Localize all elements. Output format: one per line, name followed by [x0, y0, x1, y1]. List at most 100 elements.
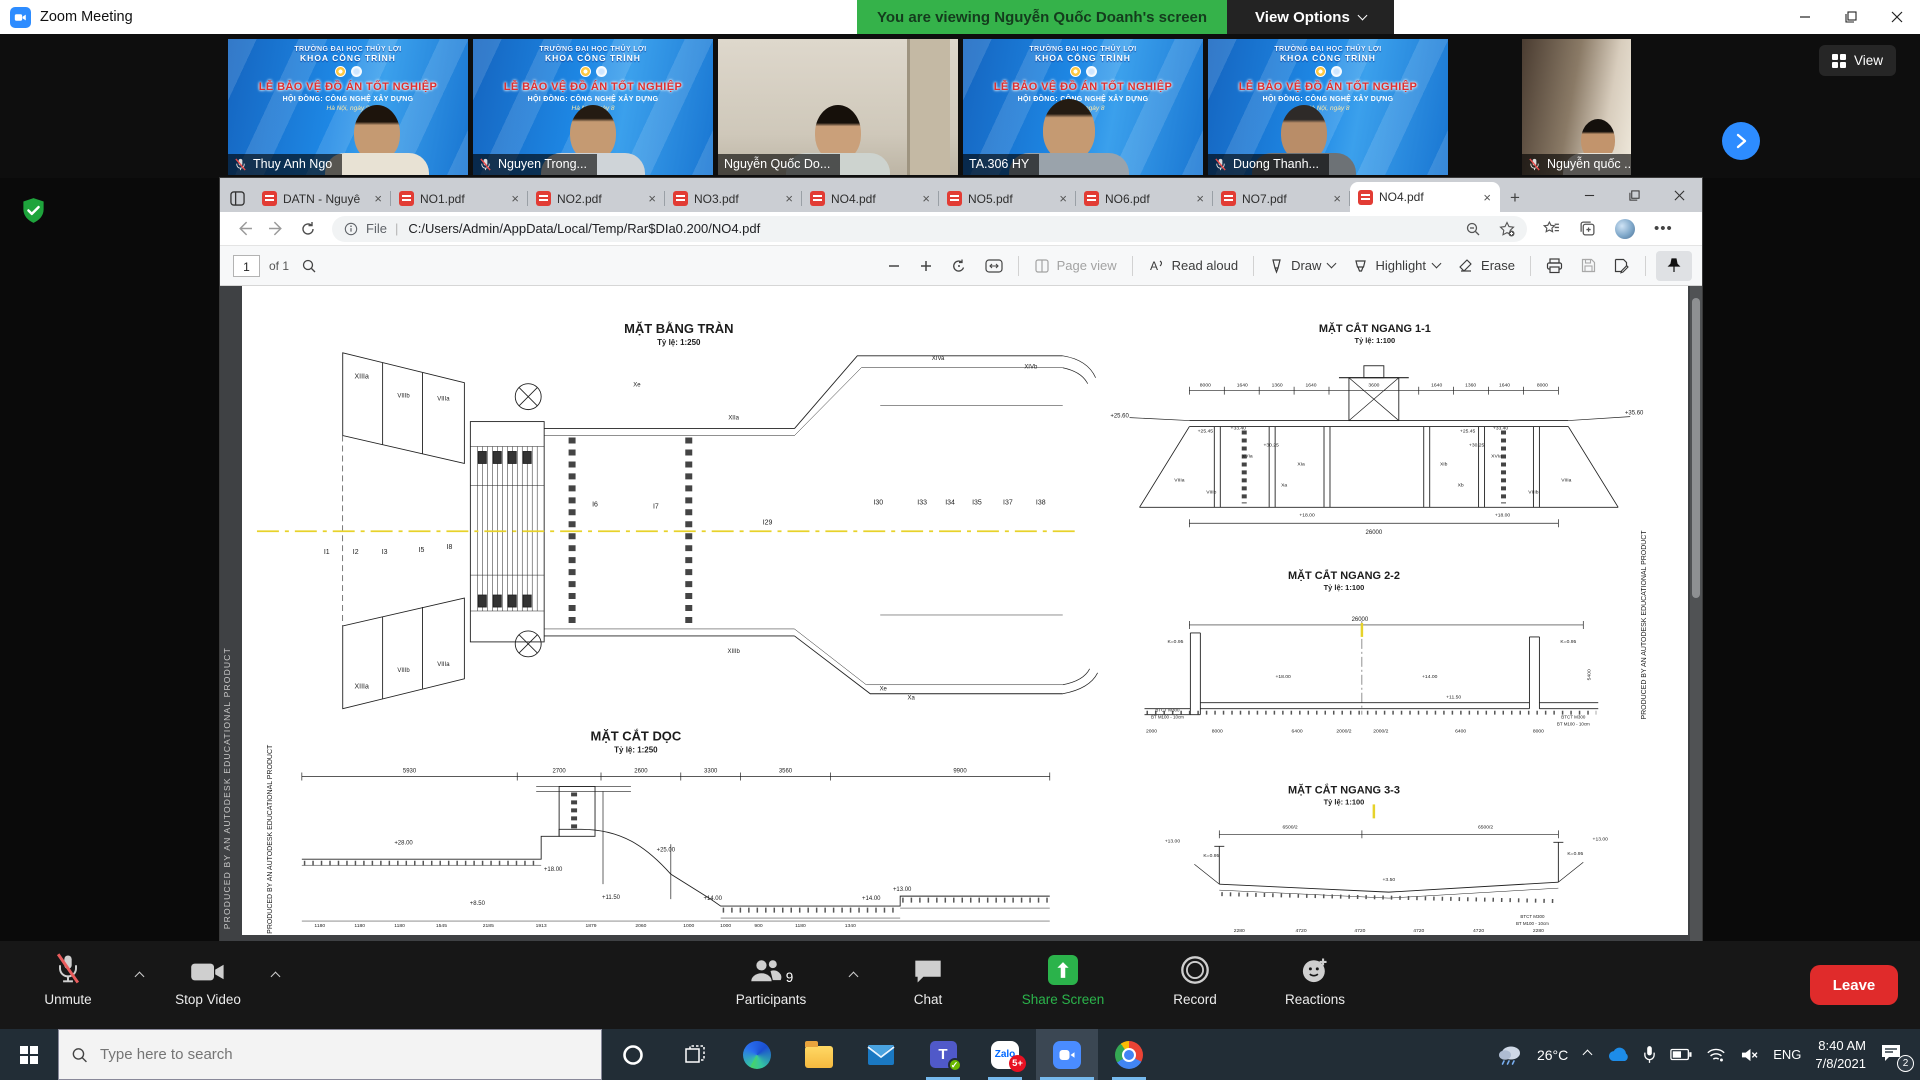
- unmute-button[interactable]: Unmute: [22, 951, 114, 1007]
- participants-button[interactable]: 9 Participants: [706, 951, 836, 1007]
- close-button[interactable]: [1657, 178, 1702, 212]
- participant-tile[interactable]: TRƯỜNG ĐẠI HỌC THỦY LỢI KHOA CÔNG TRÌNH …: [473, 39, 713, 175]
- participant-tile[interactable]: TRƯỜNG ĐẠI HỌC THỦY LỢI KHOA CÔNG TRÌNH …: [228, 39, 468, 175]
- minimize-button[interactable]: [1567, 178, 1612, 212]
- new-tab-button[interactable]: +: [1500, 184, 1530, 212]
- pin-toolbar-button[interactable]: [1656, 251, 1692, 281]
- language-indicator[interactable]: ENG: [1773, 1047, 1801, 1062]
- refresh-icon[interactable]: [292, 221, 324, 237]
- tab-close-icon[interactable]: ×: [1328, 191, 1346, 206]
- erase-button[interactable]: Erase: [1458, 258, 1515, 274]
- clock[interactable]: 8:40 AM 7/8/2021: [1815, 1037, 1866, 1072]
- next-participants-button[interactable]: [1722, 122, 1760, 160]
- drawing-annotation: I2: [353, 549, 359, 556]
- onedrive-icon[interactable]: [1607, 1047, 1629, 1062]
- tab-close-icon[interactable]: ×: [1191, 191, 1209, 206]
- taskbar-zalo-icon[interactable]: Zalo5+: [974, 1029, 1036, 1080]
- browser-tab[interactable]: NO3.pdf×: [665, 185, 802, 212]
- browser-tab[interactable]: NO7.pdf×: [1213, 185, 1350, 212]
- zoom-page-icon[interactable]: [1465, 221, 1481, 237]
- participant-tile[interactable]: Nguyễn Quốc Do...: [718, 39, 958, 175]
- tab-close-icon[interactable]: ×: [369, 191, 387, 206]
- tab-close-icon[interactable]: ×: [1054, 191, 1072, 206]
- participants-options-chevron[interactable]: [849, 972, 859, 982]
- profile-avatar[interactable]: [1615, 219, 1635, 239]
- action-center-button[interactable]: 2: [1880, 1043, 1910, 1066]
- cortana-button[interactable]: [602, 1029, 664, 1080]
- wifi-icon[interactable]: [1706, 1047, 1726, 1063]
- page-number-input[interactable]: 1: [233, 255, 260, 277]
- save-as-icon[interactable]: [1614, 258, 1630, 274]
- back-icon[interactable]: [228, 220, 260, 237]
- close-button[interactable]: [1874, 0, 1920, 34]
- draw-button[interactable]: Draw: [1269, 258, 1335, 274]
- task-view-button[interactable]: [664, 1029, 726, 1080]
- battery-icon[interactable]: [1670, 1048, 1692, 1061]
- leave-button[interactable]: Leave: [1810, 965, 1898, 1005]
- zoom-in-button[interactable]: [919, 259, 933, 273]
- start-button[interactable]: [0, 1029, 58, 1080]
- tab-close-icon[interactable]: ×: [917, 191, 935, 206]
- fit-to-width-button[interactable]: [985, 259, 1003, 273]
- participant-tile[interactable]: Nguyễn quốc ...: [1522, 39, 1631, 175]
- rotate-button[interactable]: [951, 258, 967, 274]
- taskbar-search[interactable]: [58, 1029, 602, 1080]
- scrollbar[interactable]: [1690, 286, 1702, 941]
- pdf-icon: [810, 191, 825, 206]
- maximize-button[interactable]: [1828, 0, 1874, 34]
- browser-tab[interactable]: DATN - Nguyê×: [254, 185, 391, 212]
- highlight-button[interactable]: Highlight: [1353, 258, 1440, 274]
- print-icon[interactable]: [1546, 258, 1563, 274]
- taskbar-edge-icon[interactable]: [726, 1029, 788, 1080]
- settings-menu-icon[interactable]: •••: [1654, 220, 1673, 237]
- favorite-star-icon[interactable]: [1499, 221, 1515, 237]
- hidden-icons-chevron[interactable]: [1583, 1050, 1593, 1060]
- browser-tab[interactable]: NO4.pdf×: [802, 185, 939, 212]
- encryption-shield-icon[interactable]: [20, 197, 47, 224]
- browser-tab[interactable]: NO2.pdf×: [528, 185, 665, 212]
- collections-icon[interactable]: [1579, 220, 1596, 237]
- url-field[interactable]: File | C:/Users/Admin/AppData/Local/Temp…: [332, 216, 1527, 242]
- chat-button[interactable]: Chat: [888, 951, 968, 1007]
- browser-tab[interactable]: NO6.pdf×: [1076, 185, 1213, 212]
- search-icon[interactable]: [301, 258, 317, 274]
- read-aloud-button[interactable]: A Read aloud: [1148, 258, 1239, 274]
- taskbar-teams-icon[interactable]: T✓: [912, 1029, 974, 1080]
- view-options-button[interactable]: View Options: [1227, 0, 1394, 34]
- participant-tile-active-speaker[interactable]: TRƯỜNG ĐẠI HỌC THỦY LỢI KHOA CÔNG TRÌNH …: [963, 39, 1203, 175]
- restore-button[interactable]: [1612, 178, 1657, 212]
- scrollbar-thumb[interactable]: [1692, 298, 1700, 598]
- pdf-content-area[interactable]: PRODUCED BY AN AUTODESK EDUCATIONAL PROD…: [220, 286, 1702, 941]
- tab-close-icon[interactable]: ×: [506, 191, 524, 206]
- mic-tray-icon[interactable]: [1643, 1045, 1656, 1064]
- share-screen-button[interactable]: Share Screen: [1000, 951, 1126, 1007]
- speaker-muted-icon[interactable]: [1740, 1047, 1759, 1063]
- record-button[interactable]: Record: [1150, 951, 1240, 1007]
- tab-close-icon[interactable]: ×: [780, 191, 798, 206]
- forward-icon[interactable]: [260, 220, 292, 237]
- taskbar-mail-icon[interactable]: [850, 1029, 912, 1080]
- reactions-button[interactable]: Reactions: [1262, 951, 1368, 1007]
- browser-tab-active[interactable]: NO4.pdf×: [1350, 182, 1500, 212]
- browser-tab[interactable]: NO1.pdf×: [391, 185, 528, 212]
- taskbar-file-explorer-icon[interactable]: [788, 1029, 850, 1080]
- view-layout-button[interactable]: View: [1819, 45, 1896, 76]
- taskbar-zoom-icon[interactable]: [1036, 1029, 1098, 1080]
- participant-tile[interactable]: TRƯỜNG ĐẠI HỌC THỦY LỢI KHOA CÔNG TRÌNH …: [1208, 39, 1448, 175]
- minimize-button[interactable]: [1782, 0, 1828, 34]
- mic-options-chevron[interactable]: [135, 972, 145, 982]
- favorites-bar-icon[interactable]: [1543, 220, 1560, 237]
- video-options-chevron[interactable]: [271, 972, 281, 982]
- zoom-out-button[interactable]: [887, 259, 901, 273]
- browser-tab[interactable]: NO5.pdf×: [939, 185, 1076, 212]
- taskbar-chrome-icon[interactable]: [1098, 1029, 1160, 1080]
- tab-close-icon[interactable]: ×: [643, 191, 661, 206]
- tab-close-icon[interactable]: ×: [1478, 190, 1496, 205]
- search-input[interactable]: [98, 1045, 589, 1064]
- tab-actions-icon[interactable]: [220, 184, 254, 212]
- weather-temp[interactable]: 26°C: [1537, 1047, 1568, 1063]
- weather-icon[interactable]: [1497, 1043, 1523, 1067]
- page-view-button[interactable]: Page view: [1034, 258, 1117, 274]
- stop-video-button[interactable]: Stop Video: [160, 951, 256, 1007]
- save-icon[interactable]: [1581, 258, 1596, 273]
